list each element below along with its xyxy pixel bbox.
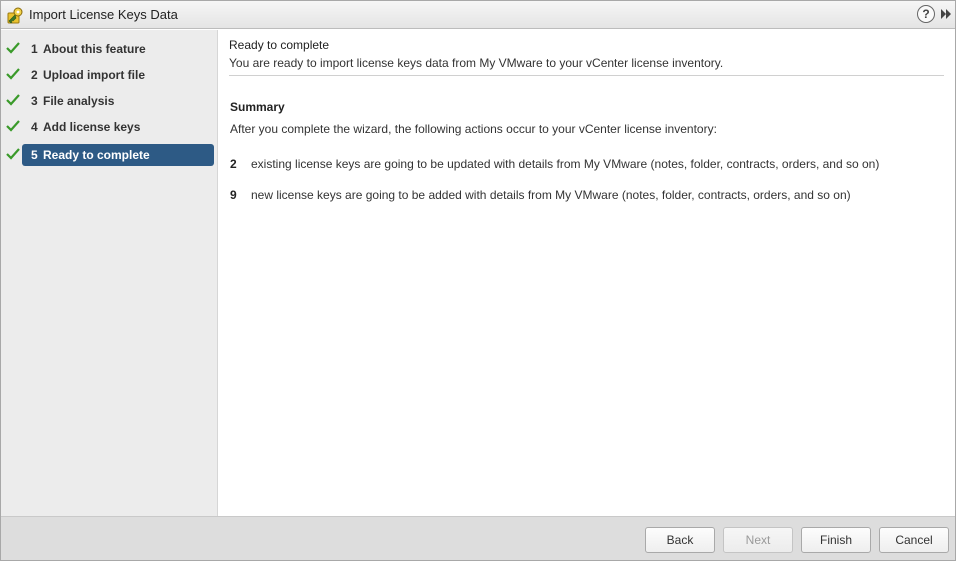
title-bar: Import License Keys Data ? <box>1 1 955 29</box>
step-label: Add license keys <box>43 120 141 134</box>
step-box-active: 5 Ready to complete <box>22 144 214 166</box>
step-number: 1 <box>31 42 38 56</box>
step-number: 2 <box>31 68 38 82</box>
import-license-keys-dialog: Import License Keys Data ? 1 About this … <box>0 0 956 561</box>
key-icon <box>7 7 23 24</box>
divider <box>229 75 944 76</box>
checkmark-icon <box>6 94 20 106</box>
step-label: File analysis <box>43 94 115 108</box>
summary-text-updated: existing license keys are going to be up… <box>251 157 880 171</box>
double-chevron-right-icon[interactable] <box>939 7 953 21</box>
wizard-step-about[interactable]: 1 About this feature <box>1 38 218 60</box>
step-box: 3 File analysis <box>22 90 214 112</box>
step-label: About this feature <box>43 42 146 56</box>
back-button[interactable]: Back <box>645 527 715 553</box>
step-label: Ready to complete <box>43 148 150 162</box>
step-box: 4 Add license keys <box>22 116 214 138</box>
summary-description: After you complete the wizard, the follo… <box>230 122 717 136</box>
checkmark-icon <box>6 42 20 54</box>
main-content: Ready to complete You are ready to impor… <box>219 30 955 516</box>
checkmark-icon <box>6 148 20 160</box>
wizard-step-add-keys[interactable]: 4 Add license keys <box>1 116 218 138</box>
step-number: 5 <box>31 148 38 162</box>
step-number: 3 <box>31 94 38 108</box>
page-description: You are ready to import license keys dat… <box>229 56 724 70</box>
step-box: 2 Upload import file <box>22 64 214 86</box>
wizard-step-ready[interactable]: 5 Ready to complete <box>1 144 218 166</box>
wizard-steps-sidebar: 1 About this feature 2 Upload import fil… <box>1 30 218 516</box>
help-button[interactable]: ? <box>917 5 935 23</box>
summary-count-added: 9 <box>230 188 237 202</box>
step-number: 4 <box>31 120 38 134</box>
page-title: Ready to complete <box>229 38 330 52</box>
checkmark-icon <box>6 120 20 132</box>
dialog-title: Import License Keys Data <box>29 7 178 22</box>
wizard-step-analysis[interactable]: 3 File analysis <box>1 90 218 112</box>
wizard-footer: Back Next Finish Cancel <box>1 516 955 560</box>
wizard-step-upload[interactable]: 2 Upload import file <box>1 64 218 86</box>
summary-title: Summary <box>230 100 285 114</box>
next-button[interactable]: Next <box>723 527 793 553</box>
step-box: 1 About this feature <box>22 38 214 60</box>
checkmark-icon <box>6 68 20 80</box>
cancel-button[interactable]: Cancel <box>879 527 949 553</box>
step-label: Upload import file <box>43 68 145 82</box>
finish-button[interactable]: Finish <box>801 527 871 553</box>
summary-count-updated: 2 <box>230 157 237 171</box>
summary-text-added: new license keys are going to be added w… <box>251 188 851 202</box>
